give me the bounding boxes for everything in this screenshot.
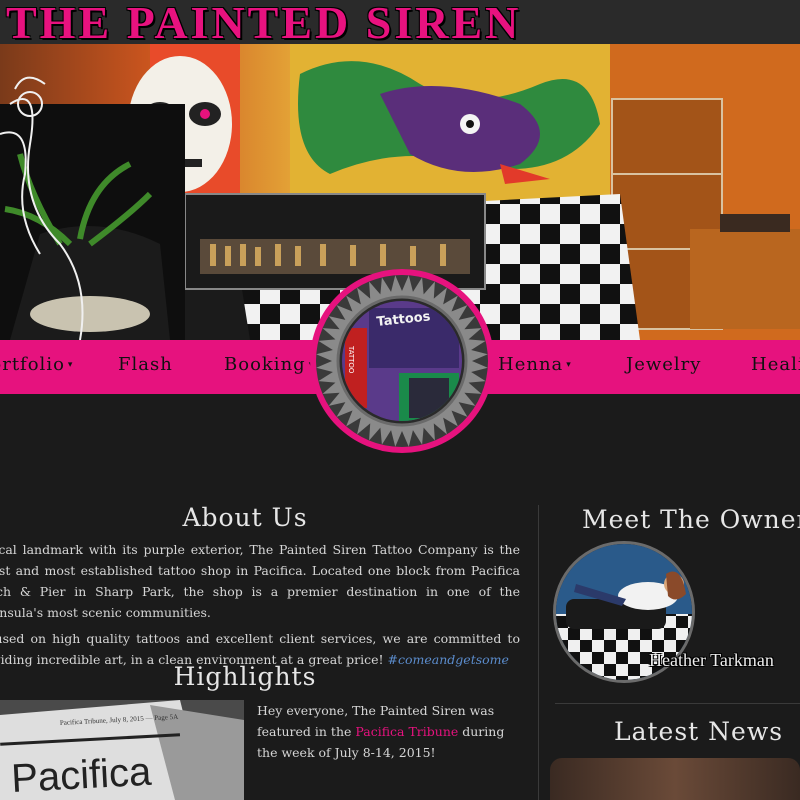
nav-label: Jewelry [626, 354, 702, 375]
nav-item-portfolio[interactable]: Portfolio▾ [0, 354, 73, 375]
header: The Painted Siren [0, 0, 800, 44]
nav-item-booking[interactable]: Booking▾ [224, 354, 314, 375]
nav-label: Flash [118, 354, 173, 375]
nav-item-henna[interactable]: Henna ▾ [498, 354, 572, 375]
site-title[interactable]: The Painted Siren [6, 0, 521, 44]
nav-item-flash[interactable]: Flash [118, 354, 173, 375]
about-text: A local landmark with its purple exterio… [0, 539, 520, 675]
nav-label: Healing [751, 354, 800, 375]
about-heading: About Us [182, 503, 308, 532]
news-heading: Latest News [614, 717, 784, 746]
shop-logo-badge[interactable]: Tattoos TATTOO [309, 268, 495, 454]
dropdown-caret-icon: ▾ [67, 360, 74, 370]
pacifica-tribune-link[interactable]: Pacifica Tribune [355, 724, 458, 739]
owner-heading: Meet The Owner [582, 505, 800, 534]
highlight-newspaper-image[interactable]: Pacifica Tribune, July 8, 2015 — Page 5A… [0, 700, 244, 800]
nav-label: Henna [498, 354, 564, 375]
nav-item-jewelry[interactable]: Jewelry [626, 354, 701, 375]
sign-text: TATTOO [347, 345, 355, 374]
nav-label: Portfolio [0, 354, 65, 375]
sidebar-divider [555, 703, 800, 704]
about-paragraph: A local landmark with its purple exterio… [0, 542, 520, 620]
column-divider [538, 505, 539, 800]
owner-name: Heather Tarkman [649, 650, 774, 670]
highlights-heading: Highlights [173, 662, 317, 691]
newspaper-masthead: Pacifica [10, 750, 153, 800]
latest-news-image[interactable] [550, 758, 800, 800]
dropdown-caret-icon: ▾ [566, 360, 572, 370]
highlight-text: Hey everyone, The Painted Siren was feat… [257, 700, 519, 763]
nav-label: Booking [224, 354, 306, 375]
nav-item-healing[interactable]: Healing [751, 354, 800, 375]
